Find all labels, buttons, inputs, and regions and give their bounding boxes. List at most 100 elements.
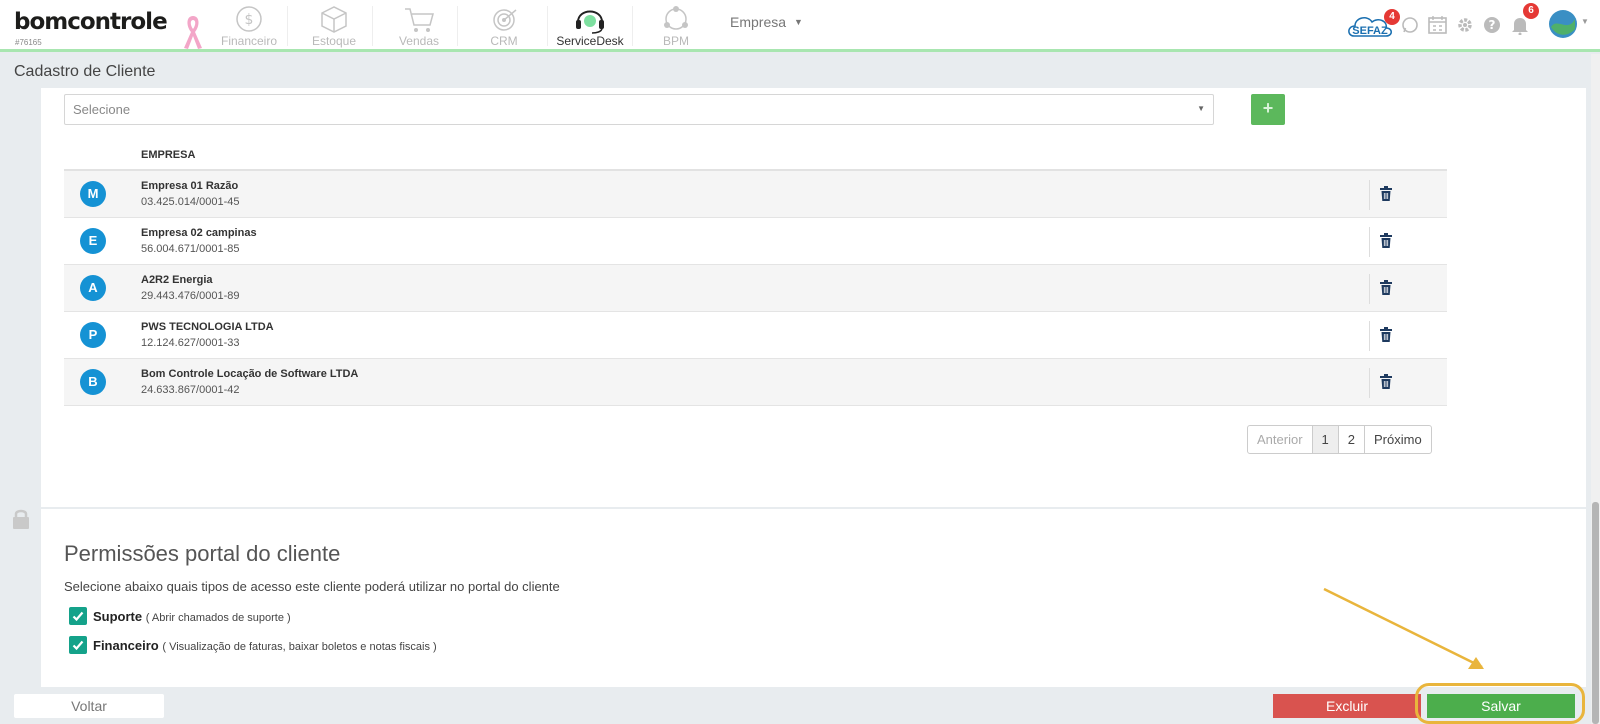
module-label: Financeiro — [220, 34, 278, 48]
table-row: M Empresa 01 Razão 03.425.014/0001-45 — [64, 171, 1447, 218]
company-cnpj: 12.124.627/0001-33 — [141, 337, 240, 349]
module-crm[interactable]: CRM — [462, 4, 546, 48]
dollar-circle-icon: $ — [236, 6, 262, 32]
svg-text:$: $ — [245, 12, 254, 28]
delete-button[interactable]: Excluir — [1273, 694, 1421, 718]
module-label: CRM — [490, 34, 518, 48]
back-button[interactable]: Voltar — [14, 694, 164, 718]
help-icon[interactable]: ? — [1483, 16, 1501, 34]
pagination: Anterior 1 2 Próximo — [1247, 425, 1432, 454]
permission-detail: ( Visualização de faturas, baixar boleto… — [162, 641, 437, 653]
column-header-empresa: EMPRESA — [64, 142, 1447, 171]
divider — [457, 6, 458, 46]
company-select[interactable]: Selecione ▼ — [64, 94, 1214, 125]
company-table: EMPRESA M Empresa 01 Razão 03.425.014/00… — [64, 142, 1447, 406]
module-label: BPM — [662, 34, 689, 48]
user-avatar[interactable] — [1548, 9, 1578, 44]
table-row: E Empresa 02 campinas 56.004.671/0001-85 — [64, 218, 1447, 265]
company-cnpj: 03.425.014/0001-45 — [141, 196, 240, 208]
table-row: A A2R2 Energia 29.443.476/0001-89 — [64, 265, 1447, 312]
page-title: Cadastro de Cliente — [14, 63, 156, 80]
cart-icon — [405, 8, 434, 32]
divider — [632, 6, 633, 46]
company-initial-avatar: E — [80, 228, 106, 254]
caret-down-icon[interactable]: ▼ — [1581, 17, 1589, 26]
sefaz-badge: 4 — [1384, 9, 1400, 25]
company-name: Bom Controle Locação de Software LTDA — [141, 368, 359, 380]
company-initial-avatar: M — [80, 181, 106, 207]
company-name: Empresa 01 Razão — [141, 180, 239, 192]
highlight-ring — [1415, 683, 1585, 724]
headset-icon — [576, 10, 604, 34]
account-id: #76165 — [15, 38, 42, 47]
caret-down-icon: ▼ — [1197, 104, 1205, 113]
company-select-placeholder: Selecione — [73, 102, 131, 117]
permission-label: Financeiro — [93, 638, 159, 653]
company-link-panel: Selecione ▼ + EMPRESA M Empresa 01 Razão… — [41, 88, 1586, 507]
brand-logo[interactable]: bomcontrole — [14, 9, 168, 35]
annotation-arrow-icon — [1323, 587, 1484, 669]
company-initial-avatar: A — [80, 275, 106, 301]
company-cnpj: 56.004.671/0001-85 — [141, 243, 240, 255]
company-name: A2R2 Energia — [141, 274, 213, 286]
divider — [287, 6, 288, 46]
process-icon — [664, 6, 688, 30]
checkbox-financeiro[interactable] — [69, 636, 87, 654]
trash-icon[interactable] — [1380, 327, 1392, 342]
company-name: PWS TECNOLOGIA LTDA — [141, 321, 274, 333]
trash-icon[interactable] — [1380, 280, 1392, 295]
pagination-prev[interactable]: Anterior — [1248, 426, 1312, 453]
divider — [1369, 274, 1370, 304]
lock-icon — [13, 509, 29, 529]
permission-option-suporte[interactable]: Suporte ( Abrir chamados de suporte ) — [69, 607, 291, 625]
company-initial-avatar: P — [80, 322, 106, 348]
module-label: Estoque — [311, 34, 357, 48]
check-icon — [72, 611, 84, 622]
company-cnpj: 29.443.476/0001-89 — [141, 290, 240, 302]
permission-label: Suporte — [93, 609, 143, 624]
target-icon — [493, 9, 517, 31]
permission-detail: ( Abrir chamados de suporte ) — [145, 612, 291, 624]
permissions-description: Selecione abaixo quais tipos de acesso e… — [64, 579, 560, 594]
company-dropdown[interactable]: Empresa ▼ — [730, 14, 803, 30]
box-icon — [321, 6, 347, 33]
svg-text:?: ? — [1489, 18, 1496, 32]
company-dropdown-label: Empresa — [730, 14, 787, 30]
pagination-next[interactable]: Próximo — [1364, 426, 1431, 453]
company-initial-avatar: B — [80, 369, 106, 395]
module-label: Vendas — [398, 34, 440, 48]
module-estoque[interactable]: Estoque — [292, 4, 376, 48]
company-cnpj: 24.633.867/0001-42 — [141, 384, 240, 396]
permission-option-financeiro[interactable]: Financeiro ( Visualização de faturas, ba… — [69, 636, 437, 654]
divider — [1369, 180, 1370, 210]
checkbox-suporte[interactable] — [69, 607, 87, 625]
top-navbar: bomcontrole #76165 $ Financeiro Estoque … — [0, 0, 1600, 52]
module-servicedesk[interactable]: ServiceDesk — [548, 4, 632, 48]
company-name: Empresa 02 campinas — [141, 227, 257, 239]
gear-icon[interactable] — [1456, 16, 1474, 34]
scrollbar-thumb[interactable] — [1592, 502, 1599, 724]
add-company-button[interactable]: + — [1251, 94, 1285, 125]
whatsapp-icon[interactable] — [1401, 16, 1419, 34]
module-label: ServiceDesk — [556, 34, 624, 48]
divider — [372, 6, 373, 46]
avatar — [1549, 10, 1577, 38]
sefaz-label: SEFAZ — [1352, 25, 1388, 37]
pagination-page-1[interactable]: 1 — [1311, 426, 1338, 453]
table-row: P PWS TECNOLOGIA LTDA 12.124.627/0001-33 — [64, 312, 1447, 359]
module-vendas[interactable]: Vendas — [377, 4, 461, 48]
calendar-icon[interactable] — [1428, 15, 1447, 34]
notifications-badge: 6 — [1523, 3, 1539, 19]
table-row: B Bom Controle Locação de Software LTDA … — [64, 359, 1447, 406]
check-icon — [72, 640, 84, 651]
module-financeiro[interactable]: $ Financeiro — [207, 4, 291, 48]
trash-icon[interactable] — [1380, 233, 1392, 248]
pagination-page-2[interactable]: 2 — [1337, 426, 1364, 453]
divider — [1369, 227, 1370, 257]
module-bpm[interactable]: BPM — [634, 4, 718, 48]
divider — [1369, 321, 1370, 351]
trash-icon[interactable] — [1380, 374, 1392, 389]
awareness-ribbon-icon — [184, 16, 202, 49]
trash-icon[interactable] — [1380, 186, 1392, 201]
permissions-title: Permissões portal do cliente — [64, 541, 341, 566]
